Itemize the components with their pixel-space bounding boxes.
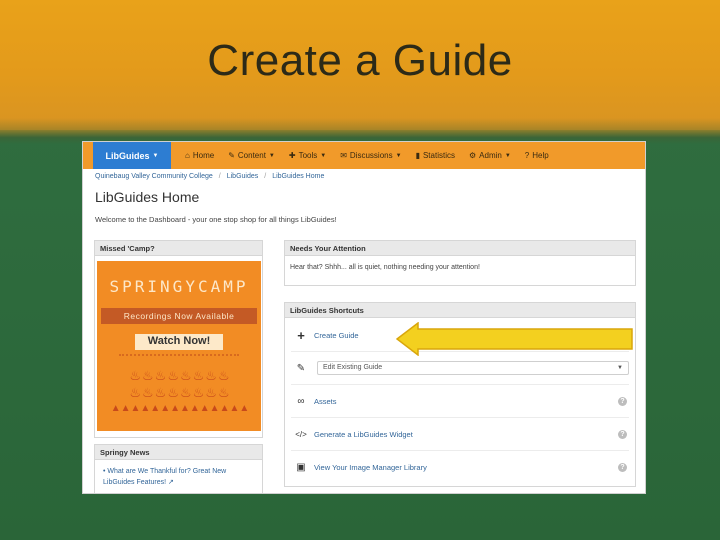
needs-attention-panel: Needs Your Attention Hear that? Shhh... … [284,240,636,286]
external-link-icon: ↗ [168,479,174,486]
nav-content[interactable]: ✎ Content ▼ [228,151,275,160]
needs-attention-heading: Needs Your Attention [285,241,635,256]
widget-link[interactable]: Generate a LibGuides Widget [314,430,413,439]
breadcrumb: Quinebaug Valley Community College / Lib… [95,173,645,180]
edit-guide-row: ✎ Edit Existing Guide ▼ [285,352,635,384]
chevron-down-icon: ▼ [152,152,159,159]
chevron-down-icon: ▼ [504,152,511,159]
home-icon: ⌂ [185,151,190,160]
news-link[interactable]: • What are We Thankful for? Great New Li… [103,466,262,488]
pencil-icon: ✎ [296,362,306,374]
nav-discussions[interactable]: ✉ Discussions ▼ [340,151,401,160]
news-link-line2: LibGuides Features! [103,479,167,486]
chevron-down-icon: ▼ [320,152,327,159]
assets-link[interactable]: Assets [314,397,337,406]
libguides-brand-menu[interactable]: LibGuides ▼ [93,142,171,169]
chevron-down-icon: ▼ [617,365,623,371]
help-circle-icon[interactable]: ? [618,462,627,472]
nav-statistics-label: Statistics [422,151,455,160]
welcome-text: Welcome to the Dashboard - your one stop… [95,215,337,224]
tent-icons: ▲▲▲▲▲▲▲▲▲▲▲▲▲▲ [110,403,250,414]
create-guide-link[interactable]: Create Guide [314,331,359,340]
highlight-arrow [396,322,633,356]
zigzag-divider [119,354,239,360]
nav-help-label: Help [532,151,549,160]
nav-statistics[interactable]: ▮ Statistics [416,151,455,160]
breadcrumb-separator: / [218,173,221,180]
arrow-shape [396,322,633,356]
nav-admin[interactable]: ⚙ Admin ▼ [469,151,511,160]
breadcrumb-college[interactable]: Quinebaug Valley Community College [95,173,213,180]
page-title: LibGuides Home [95,189,200,205]
chevron-down-icon: ▼ [268,152,275,159]
promo-ribbon: Recordings Now Available [101,308,257,324]
nav-help[interactable]: ? Help [525,151,549,160]
bullet-icon: • [103,468,106,475]
top-navbar: LibGuides ▼ ⌂ Home ✎ Content ▼ ✚ Tools ▼… [83,142,645,169]
nav-admin-label: Admin [479,151,502,160]
breadcrumb-libguides[interactable]: LibGuides [227,173,259,180]
plus-icon: + [297,327,305,343]
springy-news-heading: Springy News [95,445,262,460]
promo-title: SPRINGYCAMP [109,277,249,296]
code-icon: </> [295,429,307,439]
assets-row[interactable]: ∞ Assets ? [285,385,635,417]
admin-icon: ⚙ [468,151,477,160]
watch-now-button[interactable]: Watch Now! [135,334,223,350]
help-circle-icon[interactable]: ? [618,429,627,439]
nav-tools-label: Tools [298,151,318,160]
breadcrumb-current: LibGuides Home [272,173,325,180]
breadcrumb-separator: / [264,173,267,180]
springy-news-panel: Springy News • What are We Thankful for?… [94,444,263,493]
news-link-line1: What are We Thankful for? Great New [107,468,227,475]
attention-message: Hear that? Shhh... all is quiet, nothing… [290,264,480,271]
wrench-icon: ✚ [288,151,296,160]
nav-home-label: Home [192,151,215,160]
nav-content-label: Content [237,151,266,160]
edit-guide-select[interactable]: Edit Existing Guide ▼ [317,361,629,375]
slide-title: Create a Guide [207,36,513,85]
image-manager-row[interactable]: ▣ View Your Image Manager Library ? [285,451,635,483]
missed-camp-panel: Missed 'Camp? SPRINGYCAMP Recordings Now… [94,240,263,438]
help-icon: ? [524,151,530,160]
edit-guide-placeholder: Edit Existing Guide [323,364,383,371]
shortcuts-heading: LibGuides Shortcuts [285,303,635,318]
nav-tools[interactable]: ✚ Tools ▼ [289,151,326,160]
widget-row[interactable]: </> Generate a LibGuides Widget ? [285,418,635,450]
campfire-icons: ♨♨♨♨♨♨♨♨ ♨♨♨♨♨♨♨♨ [129,368,231,400]
nav-home[interactable]: ⌂ Home [185,151,214,160]
statistics-icon: ▮ [415,151,420,160]
image-icon: ▣ [296,461,306,473]
brand-label: LibGuides [105,150,150,161]
springycamp-promo-banner[interactable]: SPRINGYCAMP Recordings Now Available Wat… [97,261,261,431]
libguides-screenshot: LibGuides ▼ ⌂ Home ✎ Content ▼ ✚ Tools ▼… [82,141,646,494]
missed-camp-heading: Missed 'Camp? [95,241,262,256]
nav-discussions-label: Discussions [349,151,393,160]
discussions-icon: ✉ [340,151,347,160]
chevron-down-icon: ▼ [395,152,402,159]
image-manager-link[interactable]: View Your Image Manager Library [314,463,427,472]
link-chain-icon: ∞ [297,395,305,407]
help-circle-icon[interactable]: ? [618,396,627,406]
content-icon: ✎ [228,151,235,160]
